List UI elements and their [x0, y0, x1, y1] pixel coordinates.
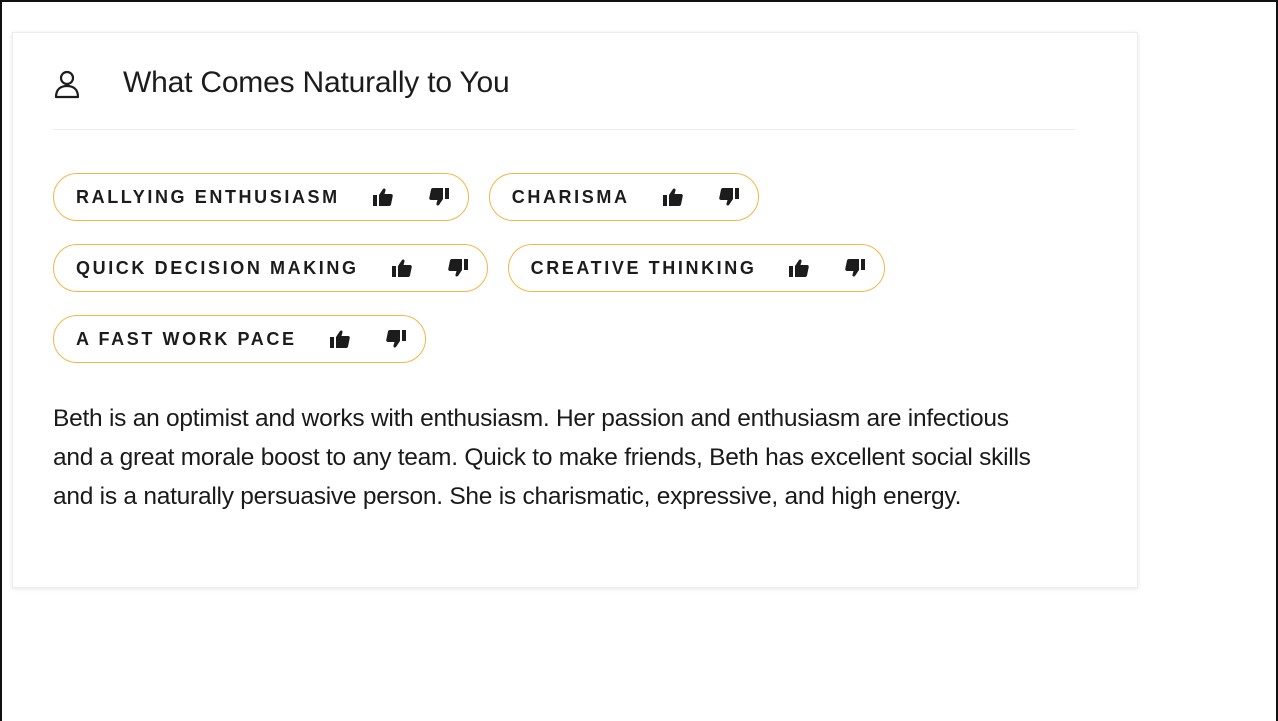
trait-row: QUICK DECISION MAKING CREATIVE THINKING	[53, 244, 1093, 294]
trait-chip-fast-work-pace: A FAST WORK PACE	[53, 315, 426, 363]
trait-chip-creative-thinking: CREATIVE THINKING	[507, 244, 886, 292]
trait-description: Beth is an optimist and works with enthu…	[53, 405, 1031, 510]
thumbs-up-icon[interactable]	[327, 326, 353, 352]
trait-chip-quick-decision-making: QUICK DECISION MAKING	[53, 244, 488, 292]
traits-card: What Comes Naturally to You RALLYING ENT…	[12, 32, 1138, 588]
thumbs-down-icon[interactable]	[445, 255, 471, 281]
thumbs-down-icon[interactable]	[383, 326, 409, 352]
trait-label: A FAST WORK PACE	[76, 328, 297, 349]
thumbs-down-icon[interactable]	[842, 255, 868, 281]
trait-label: QUICK DECISION MAKING	[76, 257, 359, 278]
thumbs-up-icon[interactable]	[786, 255, 812, 281]
traits-list: RALLYING ENTHUSIASM CHARISMA QUICK DECIS…	[53, 173, 1093, 386]
thumbs-down-icon[interactable]	[716, 184, 742, 210]
user-icon	[53, 67, 85, 103]
thumbs-down-icon[interactable]	[426, 184, 452, 210]
card-header: What Comes Naturally to You	[53, 63, 1075, 130]
thumbs-up-icon[interactable]	[370, 184, 396, 210]
thumbs-up-icon[interactable]	[660, 184, 686, 210]
trait-row: A FAST WORK PACE	[53, 315, 1093, 365]
trait-chip-rallying-enthusiasm: RALLYING ENTHUSIASM	[53, 173, 469, 221]
trait-label: CHARISMA	[511, 186, 630, 207]
trait-label: CREATIVE THINKING	[530, 257, 757, 278]
trait-row: RALLYING ENTHUSIASM CHARISMA	[53, 173, 1093, 223]
trait-label: RALLYING ENTHUSIASM	[76, 186, 340, 207]
thumbs-up-icon[interactable]	[389, 255, 415, 281]
section-title: What Comes Naturally to You	[123, 66, 510, 99]
trait-chip-charisma: CHARISMA	[488, 173, 759, 221]
